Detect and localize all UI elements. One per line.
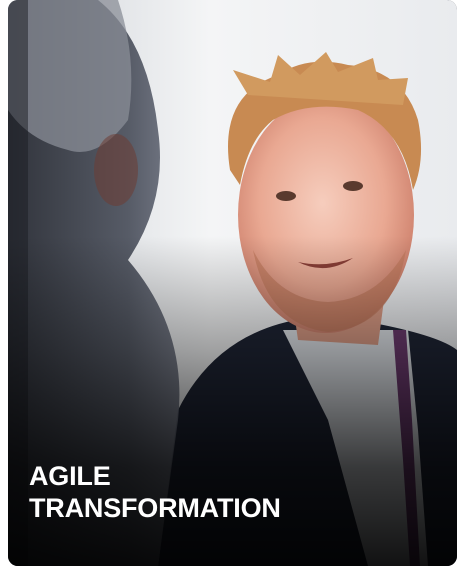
card-title-line-1: AGILE [29, 461, 111, 491]
card-title: AGILE TRANSFORMATION [29, 460, 281, 524]
agile-transformation-card[interactable]: AGILE TRANSFORMATION [8, 0, 457, 566]
card-title-line-2: TRANSFORMATION [29, 493, 281, 523]
